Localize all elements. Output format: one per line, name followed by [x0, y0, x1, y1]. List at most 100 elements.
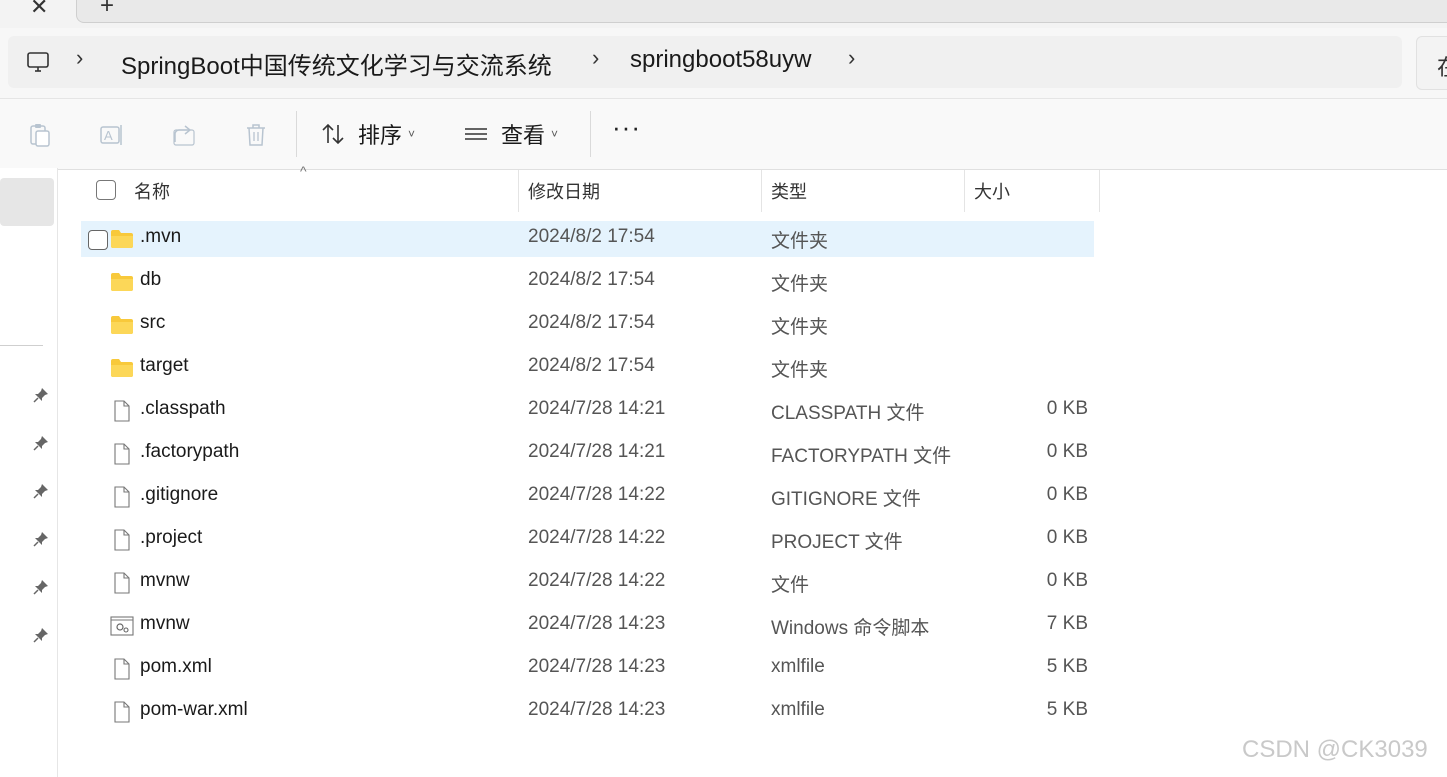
- file-date: 2024/8/2 17:54: [528, 269, 655, 290]
- file-row[interactable]: mvnw 2024/7/28 14:22 文件 0 KB: [81, 565, 1094, 601]
- column-separator[interactable]: [518, 170, 519, 212]
- column-separator[interactable]: [1099, 170, 1100, 212]
- file-type: PROJECT 文件: [771, 532, 903, 553]
- file-row[interactable]: src 2024/8/2 17:54 文件夹: [81, 307, 1094, 343]
- computer-icon[interactable]: [26, 50, 50, 74]
- file-date: 2024/7/28 14:22: [528, 527, 666, 548]
- column-header-type[interactable]: 类型: [771, 172, 807, 210]
- row-checkbox[interactable]: [88, 230, 108, 250]
- address-bar[interactable]: › SpringBoot中国传统文化学习与交流系统 › springboot58…: [8, 36, 1402, 88]
- file-size: 0 KB: [1046, 527, 1088, 548]
- file-date: 2024/7/28 14:23: [528, 656, 666, 677]
- file-date: 2024/8/2 17:54: [528, 312, 655, 333]
- file-row[interactable]: mvnw 2024/7/28 14:23 Windows 命令脚本 7 KB: [81, 608, 1094, 644]
- folder-icon: [110, 357, 134, 379]
- column-separator[interactable]: [761, 170, 762, 212]
- file-row[interactable]: pom.xml 2024/7/28 14:23 xmlfile 5 KB: [81, 651, 1094, 687]
- pin-icon[interactable]: [33, 531, 49, 547]
- file-date: 2024/7/28 14:23: [528, 613, 666, 634]
- file-type: 文件夹: [771, 274, 829, 295]
- command-bar: A 排序 ˅ 查看 ˅: [0, 98, 1447, 170]
- file-name: db: [140, 269, 162, 290]
- column-header-date[interactable]: 修改日期: [528, 172, 600, 210]
- pin-icon[interactable]: [33, 627, 49, 643]
- file-name: pom-war.xml: [140, 699, 248, 720]
- file-name: src: [140, 312, 166, 333]
- tab-bar-background: [76, 0, 1447, 23]
- file-type: FACTORYPATH 文件: [771, 446, 952, 467]
- file-row[interactable]: target 2024/8/2 17:54 文件夹: [81, 350, 1094, 386]
- chevron-right-icon[interactable]: ›: [76, 45, 83, 71]
- file-size: 0 KB: [1046, 398, 1088, 419]
- breadcrumb-item-project[interactable]: SpringBoot中国传统文化学习与交流系统: [121, 46, 552, 81]
- file-row[interactable]: .factorypath 2024/7/28 14:21 FACTORYPATH 文…: [81, 436, 1094, 472]
- file-name: mvnw: [140, 613, 190, 634]
- file-row[interactable]: .project 2024/7/28 14:22 PROJECT 文件 0 KB: [81, 522, 1094, 558]
- file-icon: [110, 486, 134, 508]
- rename-icon[interactable]: A: [99, 122, 125, 148]
- file-row[interactable]: .gitignore 2024/7/28 14:22 GITIGNORE 文件 0 K…: [81, 479, 1094, 515]
- breadcrumb-item-folder[interactable]: springboot58uyw: [630, 46, 811, 74]
- more-options-button[interactable]: ···: [612, 112, 641, 143]
- file-type: 文件夹: [771, 360, 829, 381]
- sort-ascending-icon: ^: [300, 163, 307, 179]
- tab-close-icon[interactable]: ✕: [30, 0, 48, 20]
- file-row[interactable]: .classpath 2024/7/28 14:21 CLASSPATH 文件 0 K…: [81, 393, 1094, 429]
- file-date: 2024/7/28 14:21: [528, 398, 666, 419]
- pin-icon[interactable]: [33, 579, 49, 595]
- pin-icon[interactable]: [33, 435, 49, 451]
- paste-icon[interactable]: [27, 122, 53, 148]
- file-row[interactable]: db 2024/8/2 17:54 文件夹: [81, 264, 1094, 300]
- tab-strip: ✕ +: [0, 0, 1447, 28]
- chevron-down-icon: ˅: [551, 127, 559, 141]
- file-icon: [110, 529, 134, 551]
- pin-icon[interactable]: [33, 483, 49, 499]
- file-row[interactable]: .mvn 2024/8/2 17:54 文件夹: [81, 221, 1094, 257]
- file-name: .gitignore: [140, 484, 219, 505]
- file-date: 2024/8/2 17:54: [528, 355, 655, 376]
- column-header-name[interactable]: 名称: [134, 172, 170, 210]
- new-tab-icon[interactable]: +: [100, 0, 114, 20]
- share-icon[interactable]: [171, 122, 197, 148]
- column-header-size[interactable]: 大小: [974, 172, 1010, 210]
- sort-icon: [322, 123, 344, 145]
- view-label: 查看: [501, 123, 546, 148]
- address-bar-row: › SpringBoot中国传统文化学习与交流系统 › springboot58…: [0, 28, 1447, 98]
- file-type: 文件夹: [771, 317, 829, 338]
- navigation-pane: [0, 168, 58, 777]
- column-separator[interactable]: [964, 170, 965, 212]
- view-button[interactable]: 查看 ˅: [463, 113, 558, 155]
- file-size: 5 KB: [1046, 699, 1088, 720]
- file-icon: [110, 658, 134, 680]
- file-date: 2024/8/2 17:54: [528, 226, 655, 247]
- folder-icon: [110, 271, 134, 293]
- nav-selected-item[interactable]: [0, 178, 54, 226]
- delete-icon[interactable]: [243, 122, 269, 148]
- view-list-icon: [465, 128, 487, 140]
- file-type: CLASSPATH 文件: [771, 403, 925, 424]
- file-icon: [110, 443, 134, 465]
- sort-button[interactable]: 排序 ˅: [320, 113, 415, 155]
- file-name: target: [140, 355, 189, 376]
- sort-label: 排序: [358, 123, 403, 148]
- file-date: 2024/7/28 14:22: [528, 570, 666, 591]
- chevron-right-icon[interactable]: ›: [848, 45, 855, 71]
- file-row[interactable]: pom-war.xml 2024/7/28 14:23 xmlfile 5 KB: [81, 694, 1094, 730]
- file-type: Windows 命令脚本: [771, 618, 930, 639]
- file-name: .classpath: [140, 398, 226, 419]
- file-size: 5 KB: [1046, 656, 1088, 677]
- pin-icon[interactable]: [33, 387, 49, 403]
- toolbar-divider: [590, 111, 591, 157]
- file-name: .project: [140, 527, 203, 548]
- nav-divider: [0, 345, 43, 346]
- toolbar-divider: [296, 111, 297, 157]
- file-type: xmlfile: [771, 699, 825, 720]
- file-type: xmlfile: [771, 656, 825, 677]
- file-icon: [110, 400, 134, 422]
- file-date: 2024/7/28 14:23: [528, 699, 666, 720]
- svg-text:A: A: [104, 128, 113, 143]
- watermark: CSDN @CK3039: [1242, 736, 1428, 763]
- chevron-right-icon[interactable]: ›: [592, 45, 599, 71]
- select-all-checkbox[interactable]: [96, 180, 116, 200]
- search-placeholder: 在: [1437, 50, 1447, 82]
